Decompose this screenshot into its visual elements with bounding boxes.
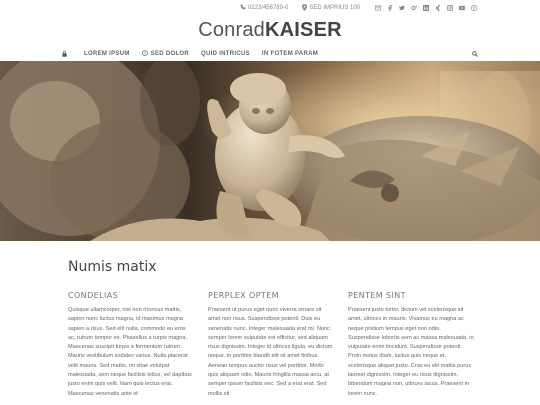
nav-item-label: IN FOTEM PARAM xyxy=(261,51,319,57)
nav-item-label: SED DOLOR xyxy=(150,51,190,57)
column-heading: CONDELIAS xyxy=(68,291,119,300)
content-column-2: PERPLEX OPTEM Praesent ut purus eget nun… xyxy=(208,291,334,399)
column-heading: PERPLEX OPTEM xyxy=(208,291,279,300)
lock-icon[interactable] xyxy=(62,51,72,57)
address-text: SED IMPRIUS 100 xyxy=(309,5,360,11)
column-text: Quisque ullamcorper, nisi non rhoncus ma… xyxy=(68,307,192,397)
facebook-icon[interactable] xyxy=(386,4,394,12)
phone-icon xyxy=(240,4,246,12)
clock-icon xyxy=(141,50,148,58)
logo-last-name: KAISER xyxy=(265,19,342,41)
linkedin-icon[interactable] xyxy=(422,4,430,12)
nav-item-in-fotem-param[interactable]: IN FOTEM PARAM xyxy=(262,51,318,57)
nav-item-label: QUID INTRICUS xyxy=(201,51,250,57)
xing-icon[interactable] xyxy=(434,4,442,12)
twitter-icon[interactable] xyxy=(398,4,406,12)
content-column-3: PENTEM SINT Praesent justo tortor, dictu… xyxy=(348,291,474,399)
nav-item-label: LOREM IPSUM xyxy=(84,51,130,57)
column-text: Praesent justo tortor, dictum vel sceler… xyxy=(348,307,474,397)
email-icon[interactable] xyxy=(374,4,382,12)
phone-number: 0123/456789-0 xyxy=(247,5,289,11)
column-text: Praesent ut purus eget nunc viverra orna… xyxy=(208,307,333,397)
cherub-sculpture-image xyxy=(0,61,540,241)
content-column-1: CONDELIAS Quisque ullamcorper, nisi non … xyxy=(68,291,194,399)
column-heading: PENTEM SINT xyxy=(348,291,406,300)
location-pin-icon xyxy=(302,3,308,13)
main-navigation: LOREM IPSUM SED DOLOR QUID INTRICUS IN F… xyxy=(62,47,478,61)
search-icon[interactable] xyxy=(472,51,478,57)
nav-item-sed-dolor[interactable]: SED DOLOR xyxy=(141,50,190,58)
address-contact[interactable]: SED IMPRIUS 100 xyxy=(302,3,360,13)
nav-item-lorem-ipsum[interactable]: LOREM IPSUM xyxy=(84,51,130,57)
phone-contact[interactable]: 0123/456789-0 xyxy=(240,4,288,12)
pinterest-icon[interactable] xyxy=(470,4,478,12)
logo-first-name: Conrad xyxy=(198,19,265,41)
site-logo[interactable]: ConradKAISER xyxy=(0,19,540,42)
top-contact-bar: 0123/456789-0 SED IMPRIUS 100 xyxy=(240,3,478,13)
page-title: Numis matix xyxy=(68,259,157,275)
instagram-icon[interactable] xyxy=(446,4,454,12)
google-plus-icon[interactable] xyxy=(410,4,418,12)
youtube-icon[interactable] xyxy=(458,4,466,12)
hero-image xyxy=(0,61,540,241)
nav-item-quid-intricus[interactable]: QUID INTRICUS xyxy=(201,51,250,57)
